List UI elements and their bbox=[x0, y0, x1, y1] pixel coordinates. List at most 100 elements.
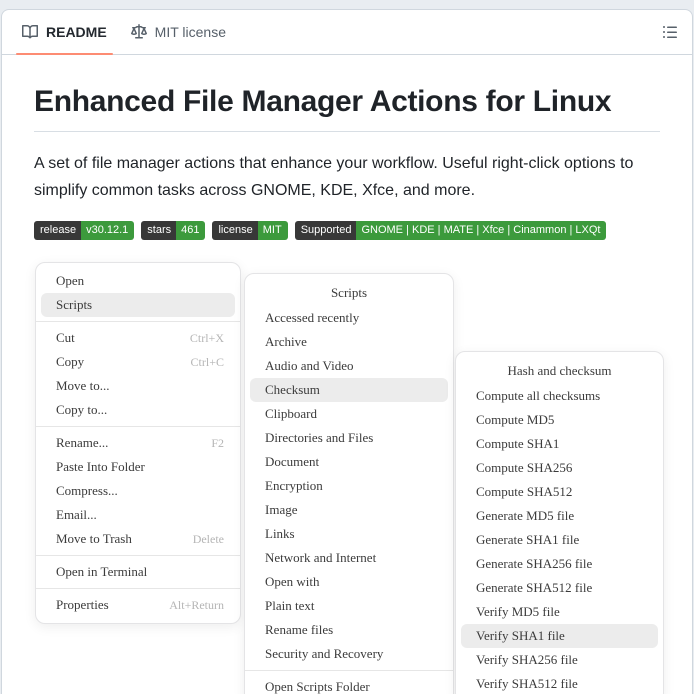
chevron-right-icon bbox=[427, 553, 437, 564]
menu-item[interactable]: Image bbox=[245, 498, 453, 522]
scripts-submenu: Scripts Accessed recently Archive Audio and… bbox=[244, 273, 454, 694]
submenu-chevron bbox=[427, 433, 437, 444]
menu-item-label: Checksum bbox=[265, 382, 320, 397]
menu-item[interactable]: Move to... bbox=[36, 374, 240, 398]
menu-item[interactable]: Move to Trash Delete bbox=[36, 527, 240, 551]
chevron-right-icon bbox=[427, 505, 437, 516]
tab-readme[interactable]: README bbox=[10, 10, 119, 55]
menu-item-label: Verify SHA256 file bbox=[476, 652, 578, 667]
submenu-chevron bbox=[214, 276, 224, 287]
menu-item-label: Move to Trash bbox=[56, 531, 132, 546]
badge-supported: Supported GNOME | KDE | MATE | Xfce | Cin… bbox=[294, 221, 607, 241]
submenu-chevron bbox=[427, 457, 437, 468]
menu-item-label: Rename... bbox=[56, 435, 109, 450]
menu-item[interactable]: Copy to... bbox=[36, 398, 240, 422]
menu-item[interactable]: Cut Ctrl+X bbox=[36, 326, 240, 350]
badge-value: MIT bbox=[257, 221, 288, 241]
menu-item[interactable]: Plain text bbox=[245, 594, 453, 618]
submenu-header: Scripts bbox=[245, 280, 453, 306]
tab-mit-license-label: MIT license bbox=[154, 24, 226, 40]
submenu-chevron bbox=[427, 361, 437, 372]
menu-item-label: Directories and Files bbox=[265, 430, 374, 445]
menu-item-label: Accessed recently bbox=[265, 310, 360, 325]
menu-item[interactable]: Generate SHA256 file bbox=[456, 552, 663, 576]
menu-item[interactable]: Generate SHA512 file bbox=[456, 576, 663, 600]
menu-item[interactable]: Accessed recently bbox=[245, 306, 453, 330]
menu-item[interactable]: Archive bbox=[245, 330, 453, 354]
outline-button[interactable] bbox=[656, 18, 684, 46]
menu-item[interactable]: Copy Ctrl+C bbox=[36, 350, 240, 374]
menu-item[interactable]: Compute SHA1 bbox=[456, 432, 663, 456]
menu-item-label: Scripts bbox=[56, 297, 93, 312]
menu-item[interactable]: Audio and Video bbox=[245, 354, 453, 378]
menu-item[interactable]: Compute all checksums bbox=[456, 384, 663, 408]
submenu-chevron bbox=[427, 529, 437, 540]
menu-item[interactable]: Encryption bbox=[245, 474, 453, 498]
menu-item[interactable]: Compress... bbox=[36, 479, 240, 503]
menu-item-label: Image bbox=[265, 502, 298, 517]
menu-item-label: Archive bbox=[265, 334, 307, 349]
tab-mit-license[interactable]: MIT license bbox=[119, 10, 238, 54]
menu-item-label: Compute SHA512 bbox=[476, 484, 573, 499]
menu-item[interactable]: Document bbox=[245, 450, 453, 474]
menu-item-label: Encryption bbox=[265, 478, 323, 493]
menu-item-label: Compute SHA1 bbox=[476, 436, 560, 451]
chevron-right-icon bbox=[427, 433, 437, 444]
back-button[interactable] bbox=[260, 288, 270, 299]
menu-item[interactable]: Rename... F2 bbox=[36, 431, 240, 455]
badge-value: 461 bbox=[176, 221, 206, 241]
law-icon bbox=[130, 24, 147, 39]
menu-divider bbox=[36, 321, 240, 322]
menu-item-label: Cut bbox=[56, 330, 75, 345]
badge-value: GNOME | KDE | MATE | Xfce | Cinammon | L… bbox=[356, 221, 607, 241]
menu-item[interactable]: Verify SHA1 file bbox=[461, 624, 658, 648]
menu-item-label: Open Scripts Folder bbox=[265, 679, 370, 694]
menu-item[interactable]: Verify SHA256 file bbox=[456, 648, 663, 672]
submenu-chevron bbox=[427, 601, 437, 612]
menu-item[interactable]: Verify SHA512 file bbox=[456, 672, 663, 694]
chevron-left-icon bbox=[471, 366, 481, 377]
badge-label: stars bbox=[141, 221, 177, 241]
menu-divider bbox=[245, 670, 453, 671]
menu-item[interactable]: Security and Recovery bbox=[245, 642, 453, 666]
menu-item-label: Compute MD5 bbox=[476, 412, 555, 427]
readme-panel: README MIT license Enhanced File Manager… bbox=[1, 9, 693, 694]
menu-item[interactable]: Clipboard bbox=[245, 402, 453, 426]
hash-checksum-submenu: Hash and checksum Compute all checksums Co… bbox=[455, 351, 664, 694]
menu-item[interactable]: Compute SHA512 bbox=[456, 480, 663, 504]
menu-item[interactable]: Links bbox=[245, 522, 453, 546]
menu-item-label: Network and Internet bbox=[265, 550, 377, 565]
menu-item[interactable]: Open bbox=[36, 269, 240, 293]
menu-item[interactable]: Open in Terminal bbox=[36, 560, 240, 584]
menu-item[interactable]: Compute MD5 bbox=[456, 408, 663, 432]
menu-item[interactable]: Rename files bbox=[245, 618, 453, 642]
menu-item-label: Copy bbox=[56, 354, 85, 369]
menu-item[interactable]: Paste Into Folder bbox=[36, 455, 240, 479]
submenu-title: Hash and checksum bbox=[507, 363, 612, 378]
menu-item-label: Generate MD5 file bbox=[476, 508, 575, 523]
menu-item-shortcut: Ctrl+X bbox=[189, 330, 224, 345]
readme-content: Enhanced File Manager Actions for Linux … bbox=[2, 85, 692, 241]
chevron-right-icon bbox=[427, 577, 437, 588]
submenu-chevron bbox=[427, 313, 437, 324]
chevron-right-icon bbox=[427, 385, 437, 396]
menu-item[interactable]: Generate SHA1 file bbox=[456, 528, 663, 552]
menu-item[interactable]: Checksum bbox=[250, 378, 448, 402]
menu-item[interactable]: Generate MD5 file bbox=[456, 504, 663, 528]
menu-item[interactable]: Email... bbox=[36, 503, 240, 527]
chevron-right-icon bbox=[427, 601, 437, 612]
back-button[interactable] bbox=[471, 366, 481, 377]
menu-item-label: Clipboard bbox=[265, 406, 317, 421]
menu-item[interactable]: Properties Alt+Return bbox=[36, 593, 240, 617]
submenu-chevron bbox=[427, 481, 437, 492]
submenu-chevron bbox=[427, 553, 437, 564]
menu-item[interactable]: Open Scripts Folder bbox=[245, 675, 453, 694]
menu-item[interactable]: Verify MD5 file bbox=[456, 600, 663, 624]
menu-item[interactable]: Scripts bbox=[41, 293, 235, 317]
menu-item[interactable]: Compute SHA256 bbox=[456, 456, 663, 480]
menu-item[interactable]: Network and Internet bbox=[245, 546, 453, 570]
menu-item-label: Verify SHA1 file bbox=[476, 628, 565, 643]
menu-item[interactable]: Directories and Files bbox=[245, 426, 453, 450]
menu-item-label: Plain text bbox=[265, 598, 315, 613]
menu-item[interactable]: Open with bbox=[245, 570, 453, 594]
